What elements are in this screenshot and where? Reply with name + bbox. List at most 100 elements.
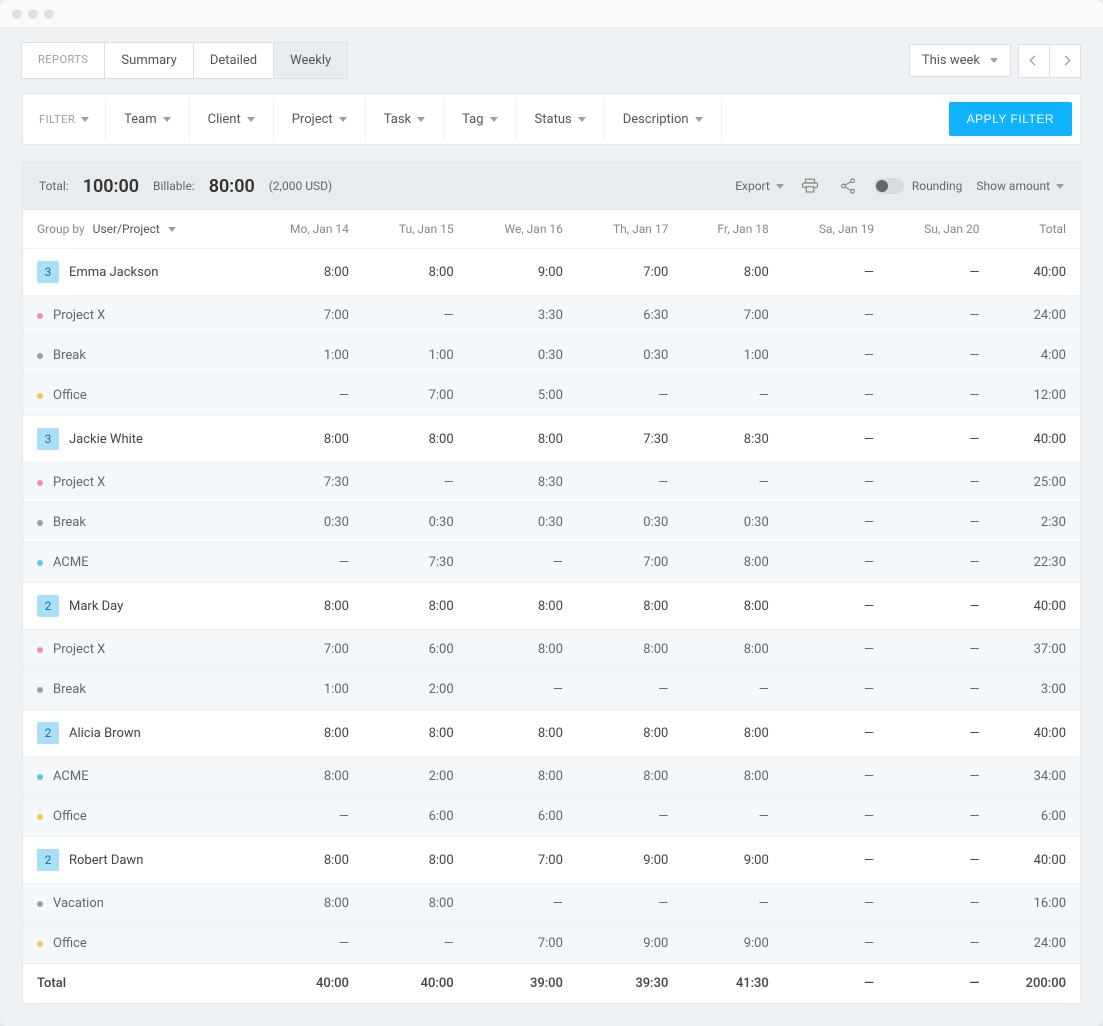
column-header: Sa, Jan 19 bbox=[783, 210, 888, 249]
report-panel: Total: 100:00 Billable: 80:00 (2,000 USD… bbox=[22, 161, 1081, 1004]
filter-description[interactable]: Description bbox=[605, 98, 722, 141]
filter-project[interactable]: Project bbox=[274, 98, 366, 141]
project-row[interactable]: Break1:001:000:300:301:00——4:00 bbox=[23, 336, 1080, 376]
filter-label[interactable]: FILTER bbox=[23, 99, 106, 140]
cell: — bbox=[577, 797, 682, 837]
cell: 9:00 bbox=[682, 837, 782, 884]
project-row[interactable]: Office——7:009:009:00——24:00 bbox=[23, 924, 1080, 964]
window-titlebar bbox=[0, 0, 1103, 28]
cell: — bbox=[783, 924, 888, 964]
cell: 6:00 bbox=[468, 797, 577, 837]
project-row[interactable]: Break0:300:300:300:300:30——2:30 bbox=[23, 503, 1080, 543]
total-label: Total bbox=[23, 964, 253, 1004]
cell: — bbox=[783, 710, 888, 757]
filter-client[interactable]: Client bbox=[190, 98, 274, 141]
cell: — bbox=[888, 710, 993, 757]
project-row[interactable]: Office—7:005:00————12:00 bbox=[23, 376, 1080, 416]
cell: 6:00 bbox=[993, 797, 1080, 837]
user-row[interactable]: 3Jackie White8:008:008:007:308:30——40:00 bbox=[23, 416, 1080, 463]
cell: — bbox=[577, 463, 682, 503]
user-row[interactable]: 2Mark Day8:008:008:008:008:00——40:00 bbox=[23, 583, 1080, 630]
filter-status[interactable]: Status bbox=[517, 98, 605, 141]
project-row[interactable]: Office—6:006:00————6:00 bbox=[23, 797, 1080, 837]
filter-team[interactable]: Team bbox=[106, 98, 190, 141]
filter-tag[interactable]: Tag bbox=[444, 98, 516, 141]
cell: 40:00 bbox=[993, 583, 1080, 630]
user-name: Mark Day bbox=[69, 599, 123, 614]
cell: — bbox=[253, 924, 363, 964]
cell: — bbox=[682, 670, 782, 710]
cell: — bbox=[888, 416, 993, 463]
cell: 16:00 bbox=[993, 884, 1080, 924]
filter-task[interactable]: Task bbox=[366, 98, 444, 141]
cell: 5:00 bbox=[468, 376, 577, 416]
cell: — bbox=[888, 583, 993, 630]
column-header: Th, Jan 17 bbox=[577, 210, 682, 249]
project-count-badge: 3 bbox=[37, 261, 59, 283]
project-bullet-icon bbox=[37, 687, 43, 693]
cell: — bbox=[253, 797, 363, 837]
cell: 8:00 bbox=[253, 710, 363, 757]
project-row[interactable]: ACME8:002:008:008:008:00——34:00 bbox=[23, 757, 1080, 797]
export-menu[interactable]: Export bbox=[735, 179, 784, 193]
print-button[interactable] bbox=[798, 174, 822, 198]
cell: 8:00 bbox=[253, 583, 363, 630]
cell: — bbox=[468, 884, 577, 924]
project-count-badge: 3 bbox=[37, 428, 59, 450]
cell: — bbox=[682, 797, 782, 837]
project-bullet-icon bbox=[37, 393, 43, 399]
tab-summary[interactable]: Summary bbox=[104, 42, 193, 79]
project-row[interactable]: ACME—7:30—7:008:00——22:30 bbox=[23, 543, 1080, 583]
group-by-label: Group by bbox=[37, 222, 85, 236]
cell: 2:00 bbox=[363, 670, 468, 710]
tab-weekly[interactable]: Weekly bbox=[273, 42, 348, 79]
cell: — bbox=[783, 583, 888, 630]
project-row[interactable]: Break1:002:00—————3:00 bbox=[23, 670, 1080, 710]
cell: 8:00 bbox=[682, 543, 782, 583]
project-bullet-icon bbox=[37, 353, 43, 359]
cell: — bbox=[783, 837, 888, 884]
cell: 8:00 bbox=[468, 757, 577, 797]
tab-detailed[interactable]: Detailed bbox=[193, 42, 274, 79]
user-row[interactable]: 3Emma Jackson8:008:009:007:008:00——40:00 bbox=[23, 249, 1080, 296]
cell: 3:00 bbox=[993, 670, 1080, 710]
cell: 40:00 bbox=[253, 964, 363, 1004]
cell: 8:00 bbox=[577, 630, 682, 670]
share-button[interactable] bbox=[836, 174, 860, 198]
total-row: Total40:0040:0039:0039:3041:30——200:00 bbox=[23, 964, 1080, 1004]
user-row[interactable]: 2Alicia Brown8:008:008:008:008:00——40:00 bbox=[23, 710, 1080, 757]
cell: 7:00 bbox=[468, 837, 577, 884]
cell: 4:00 bbox=[993, 336, 1080, 376]
show-amount-menu[interactable]: Show amount bbox=[976, 179, 1064, 193]
prev-week-button[interactable] bbox=[1018, 44, 1050, 78]
cell: 8:00 bbox=[682, 249, 782, 296]
rounding-toggle[interactable] bbox=[874, 178, 904, 194]
apply-filter-button[interactable]: APPLY FILTER bbox=[949, 102, 1072, 136]
project-row[interactable]: Project X7:30—8:30————25:00 bbox=[23, 463, 1080, 503]
cell: 8:00 bbox=[682, 583, 782, 630]
billable-amount: (2,000 USD) bbox=[269, 179, 332, 193]
tabs-label: REPORTS bbox=[21, 42, 105, 79]
project-row[interactable]: Project X7:00—3:306:307:00——24:00 bbox=[23, 296, 1080, 336]
cell: 8:00 bbox=[253, 837, 363, 884]
filter-label-text: FILTER bbox=[39, 113, 75, 126]
cell: 25:00 bbox=[993, 463, 1080, 503]
column-header: Mo, Jan 14 bbox=[253, 210, 363, 249]
user-row[interactable]: 2Robert Dawn8:008:007:009:009:00——40:00 bbox=[23, 837, 1080, 884]
group-by-selector[interactable]: Group by User/Project bbox=[37, 222, 239, 236]
window-dot bbox=[44, 9, 54, 19]
cell: — bbox=[682, 463, 782, 503]
next-week-button[interactable] bbox=[1049, 44, 1081, 78]
project-row[interactable]: Vacation8:008:00—————16:00 bbox=[23, 884, 1080, 924]
cell: 7:00 bbox=[253, 296, 363, 336]
project-row[interactable]: Project X7:006:008:008:008:00——37:00 bbox=[23, 630, 1080, 670]
cell: — bbox=[783, 336, 888, 376]
cell: 3:30 bbox=[468, 296, 577, 336]
cell: 2:00 bbox=[363, 757, 468, 797]
cell: 8:00 bbox=[468, 710, 577, 757]
caret-down-icon bbox=[163, 117, 171, 122]
date-range-picker[interactable]: This week bbox=[909, 44, 1011, 77]
project-name: Break bbox=[53, 682, 86, 697]
project-count-badge: 2 bbox=[37, 595, 59, 617]
project-name: Office bbox=[53, 388, 87, 403]
